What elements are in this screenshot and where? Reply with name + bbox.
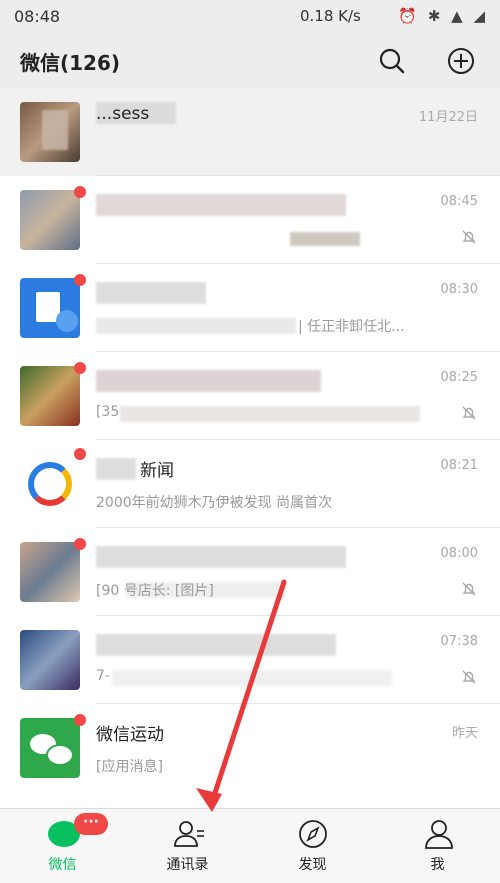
unread-dot <box>74 274 86 286</box>
unread-badge: ··· <box>74 813 108 835</box>
chat-time: 07:38 <box>440 634 478 649</box>
add-button[interactable] <box>443 43 479 79</box>
chat-item[interactable]: 微信运动 [应用消息] 昨天 <box>0 704 500 792</box>
chat-time: 08:45 <box>440 194 478 209</box>
page-title: 微信(126) <box>20 51 121 75</box>
chat-preview: 2000年前幼狮木乃伊被发现 尚属首次 <box>96 495 333 511</box>
chat-item[interactable]: ...sess 11月22日 <box>0 88 500 176</box>
chat-time: 08:25 <box>440 370 478 385</box>
compass-icon <box>299 820 327 848</box>
avatar <box>20 190 80 250</box>
chat-preview: [应用消息] <box>96 759 163 775</box>
tab-label: 微信 <box>48 857 77 873</box>
mute-bell-icon <box>462 406 476 420</box>
chat-item[interactable]: | 任正非卸任北... 08:30 <box>0 264 500 352</box>
chat-preview: [90 号店长: [图片] <box>96 583 214 599</box>
avatar <box>20 718 80 778</box>
chat-item[interactable]: [90 号店长: [图片] 08:00 <box>0 528 500 616</box>
status-icons: ⏰ ✱ ▲ ◢ <box>398 7 488 25</box>
chat-preview: 7- <box>96 668 110 684</box>
plus-circle-icon <box>448 48 474 74</box>
unread-dot <box>74 538 86 550</box>
chat-item[interactable]: [35 08:25 <box>0 352 500 440</box>
bottom-tab-bar: ··· 微信 通讯录 发现 我 <box>0 808 500 883</box>
chat-time: 昨天 <box>451 726 478 741</box>
unread-dot <box>74 362 86 374</box>
unread-dot <box>74 714 86 726</box>
chat-item[interactable]: 新闻 2000年前幼狮木乃伊被发现 尚属首次 08:21 <box>0 440 500 528</box>
unread-dot <box>74 448 86 460</box>
person-icon <box>425 820 453 849</box>
avatar <box>20 102 80 162</box>
contacts-icon <box>174 821 204 847</box>
app-header: 微信(126) <box>0 34 500 88</box>
chat-name: ...sess <box>96 104 150 124</box>
tab-discover[interactable]: 发现 <box>250 809 375 883</box>
avatar <box>20 278 80 338</box>
tab-chats[interactable]: ··· 微信 <box>0 809 125 883</box>
search-icon <box>379 48 405 74</box>
tab-me[interactable]: 我 <box>375 809 500 883</box>
chat-time: 08:00 <box>440 546 478 561</box>
avatar <box>20 630 80 690</box>
chat-time: 11月22日 <box>418 110 478 125</box>
chat-time: 08:21 <box>440 458 478 473</box>
mute-bell-icon <box>462 582 476 596</box>
avatar <box>20 366 80 426</box>
chat-preview: | 任正非卸任北... <box>298 319 405 335</box>
mute-bell-icon <box>462 230 476 244</box>
avatar <box>20 542 80 602</box>
status-bar: 08:48 0.18 K/s ⏰ ✱ ▲ ◢ <box>0 0 500 34</box>
tab-label: 我 <box>430 857 445 873</box>
chat-name: 微信运动 <box>96 725 164 745</box>
unread-dot <box>74 186 86 198</box>
tab-label: 通讯录 <box>166 857 209 873</box>
tab-label: 发现 <box>298 857 327 873</box>
status-time: 08:48 <box>14 7 61 26</box>
tab-contacts[interactable]: 通讯录 <box>125 809 250 883</box>
chat-item[interactable]: 7- 07:38 <box>0 616 500 704</box>
mute-bell-icon <box>462 670 476 684</box>
chat-time: 08:30 <box>440 282 478 297</box>
search-button[interactable] <box>374 43 410 79</box>
status-network-speed: 0.18 K/s <box>300 7 361 25</box>
chat-list: ...sess 11月22日 08:45 | 任正非卸任北... 08:30 [… <box>0 88 500 808</box>
chat-item[interactable]: 08:45 <box>0 176 500 264</box>
avatar <box>20 454 80 514</box>
chat-preview: [35 <box>96 404 120 420</box>
chat-name: 新闻 <box>140 461 174 481</box>
